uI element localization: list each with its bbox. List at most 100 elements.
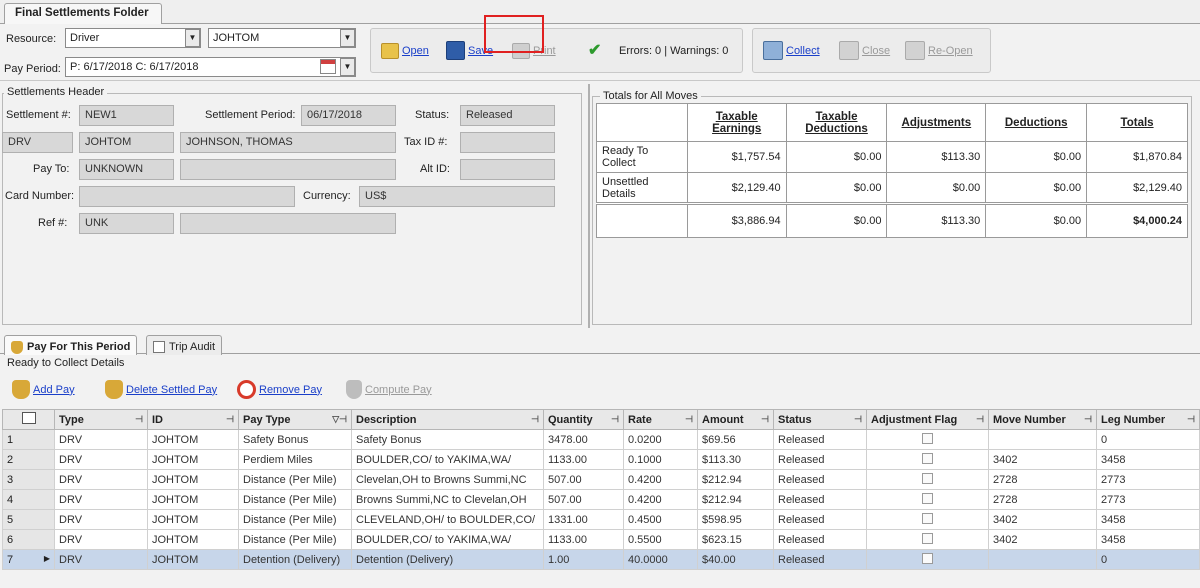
settlement-no-field[interactable]: NEW1 (79, 105, 174, 126)
grid-cell: 507.00 (543, 469, 624, 490)
collect-button[interactable]: Collect (763, 41, 820, 60)
grid-col-pay-type[interactable]: Pay Type ▽⊣ (238, 409, 352, 430)
alt-id-field[interactable] (460, 159, 555, 180)
totals-row-label: Unsettled Details (596, 172, 688, 204)
table-row[interactable]: 2 DRV JOHTOM Perdiem Miles BOULDER,CO/ to YA… (2, 449, 1200, 470)
resource-type-select[interactable]: Driver (65, 28, 201, 48)
resource-name-field[interactable]: JOHNSON, THOMAS (180, 132, 396, 153)
adjustment-flag-checkbox[interactable] (922, 532, 933, 544)
adjustment-flag-cell[interactable] (866, 449, 989, 470)
pin-icon[interactable]: ⊣ (685, 414, 693, 425)
pin-icon[interactable]: ⊣ (976, 414, 984, 425)
delete-settled-pay-button[interactable]: Delete Settled Pay (105, 380, 217, 399)
grid-cell: JOHTOM (147, 509, 239, 530)
pin-icon[interactable]: ⊣ (135, 414, 143, 425)
grid-col-quantity[interactable]: Quantity ⊣ (543, 409, 624, 430)
grid-cell: 3458 (1096, 529, 1200, 550)
grid-col-adjustment-flag[interactable]: Adjustment Flag ⊣ (866, 409, 989, 430)
splitter[interactable] (588, 84, 590, 328)
pin-icon[interactable]: ⊣ (226, 414, 234, 425)
adjustment-flag-cell[interactable] (866, 529, 989, 550)
totals-col-totals: Totals (1086, 103, 1188, 142)
adjustment-flag-checkbox[interactable] (922, 512, 933, 524)
grid-cell: 1.00 (543, 549, 624, 570)
totals-cell: $113.30 (886, 141, 987, 173)
adjustment-flag-checkbox[interactable] (922, 432, 933, 444)
totals-cell: $0.00 (785, 141, 888, 173)
remove-pay-button[interactable]: Remove Pay (237, 380, 322, 399)
grid-col-id[interactable]: ID ⊣ (147, 409, 239, 430)
adjustment-flag-checkbox[interactable] (922, 472, 933, 484)
adjustment-flag-cell[interactable] (866, 489, 989, 510)
card-number-field[interactable] (79, 186, 295, 207)
adjustment-flag-cell[interactable] (866, 549, 989, 570)
grid-cell: 0 (1096, 549, 1200, 570)
pin-icon[interactable]: ⊣ (531, 414, 539, 425)
pin-icon[interactable]: ⊣ (854, 414, 862, 425)
open-button[interactable]: Open (381, 43, 429, 59)
chevron-down-icon[interactable]: ▼ (340, 58, 355, 76)
adjustment-flag-cell[interactable] (866, 429, 989, 450)
col-label: Rate (628, 413, 652, 426)
adjustment-flag-checkbox[interactable] (922, 492, 933, 504)
open-label: Open (402, 45, 429, 57)
grid-col-leg-number[interactable]: Leg Number ⊣ (1096, 409, 1200, 430)
pay-to-field[interactable]: UNKNOWN (79, 159, 174, 180)
totals-row-ready: Ready To Collect $1,757.54 $0.00 $113.30… (596, 141, 1188, 173)
row-number: 5 (7, 513, 14, 526)
table-row[interactable]: 6 DRV JOHTOM Distance (Per Mile) BOULDER,CO/… (2, 529, 1200, 550)
tax-id-field[interactable] (460, 132, 555, 153)
table-row[interactable]: 3 DRV JOHTOM Distance (Per Mile) Clevelan,OH… (2, 469, 1200, 490)
tax-id-label: Tax ID #: (404, 136, 448, 148)
pay-to-name-field[interactable] (180, 159, 396, 180)
adjustment-flag-cell[interactable] (866, 509, 989, 530)
grid-col-type[interactable]: Type ⊣ (54, 409, 148, 430)
table-row[interactable]: 7 ▶ DRV JOHTOM Detention (Delivery) Detentio… (2, 549, 1200, 570)
resource-id-select[interactable]: JOHTOM (208, 28, 356, 48)
totals-row-unsettled: Unsettled Details $2,129.40 $0.00 $0.00 … (596, 172, 1188, 204)
calendar-icon[interactable] (320, 59, 336, 74)
grid-col-description[interactable]: Description ⊣ (351, 409, 544, 430)
settlement-period-field[interactable]: 06/17/2018 (301, 105, 396, 126)
pin-icon[interactable]: ⊣ (761, 414, 769, 425)
grid-col-amount[interactable]: Amount ⊣ (697, 409, 774, 430)
adjustment-flag-checkbox[interactable] (922, 552, 933, 564)
adjustment-flag-checkbox[interactable] (922, 452, 933, 464)
reopen-button[interactable]: Re-Open (905, 41, 973, 60)
chevron-down-icon[interactable]: ▼ (185, 29, 200, 47)
grid-cell: Distance (Per Mile) (238, 469, 352, 490)
col-label: Quantity (548, 413, 593, 426)
ref-field[interactable]: UNK (79, 213, 174, 234)
pin-icon[interactable]: ⊣ (611, 414, 619, 425)
resource-type-field[interactable]: DRV (2, 132, 73, 153)
currency-field[interactable]: US$ (359, 186, 555, 207)
grid-column-chooser[interactable] (2, 409, 55, 430)
tab-trip-audit[interactable]: Trip Audit (146, 335, 223, 355)
add-pay-button[interactable]: Add Pay (12, 380, 75, 399)
pin-icon[interactable]: ⊣ (1084, 414, 1092, 425)
adjustment-flag-cell[interactable] (866, 469, 989, 490)
resource-type-value: Driver (70, 32, 100, 44)
table-row[interactable]: 1 DRV JOHTOM Safety Bonus Safety Bonus 3478.0… (2, 429, 1200, 450)
pay-period-select[interactable]: P: 6/17/2018 C: 6/17/2018 (65, 57, 356, 77)
status-field[interactable]: Released (460, 105, 555, 126)
grid-col-status[interactable]: Status ⊣ (773, 409, 867, 430)
totals-cell: $0.00 (785, 203, 888, 238)
folder-open-icon (381, 43, 399, 59)
filter-pin-icon[interactable]: ▽⊣ (332, 414, 347, 425)
pin-icon[interactable]: ⊣ (1187, 414, 1195, 425)
chevron-down-icon[interactable]: ▼ (340, 29, 355, 47)
grid-cell: Distance (Per Mile) (238, 509, 352, 530)
grid-cell: 3458 (1096, 509, 1200, 530)
grid-col-move-number[interactable]: Move Number ⊣ (988, 409, 1097, 430)
tab-final-settlements-folder[interactable]: Final Settlements Folder (4, 3, 162, 24)
resource-id-field[interactable]: JOHTOM (79, 132, 174, 153)
tab-pay-for-this-period[interactable]: Pay For This Period (4, 335, 138, 355)
totals-title: Totals for All Moves (600, 90, 701, 102)
table-row[interactable]: 4 DRV JOHTOM Distance (Per Mile) Browns Summ… (2, 489, 1200, 510)
ref-name-field[interactable] (180, 213, 396, 234)
grid-col-rate[interactable]: Rate ⊣ (623, 409, 698, 430)
compute-pay-button[interactable]: Compute Pay (346, 380, 432, 399)
close-button[interactable]: Close (839, 41, 890, 60)
table-row[interactable]: 5 DRV JOHTOM Distance (Per Mile) CLEVELAND,O… (2, 509, 1200, 530)
